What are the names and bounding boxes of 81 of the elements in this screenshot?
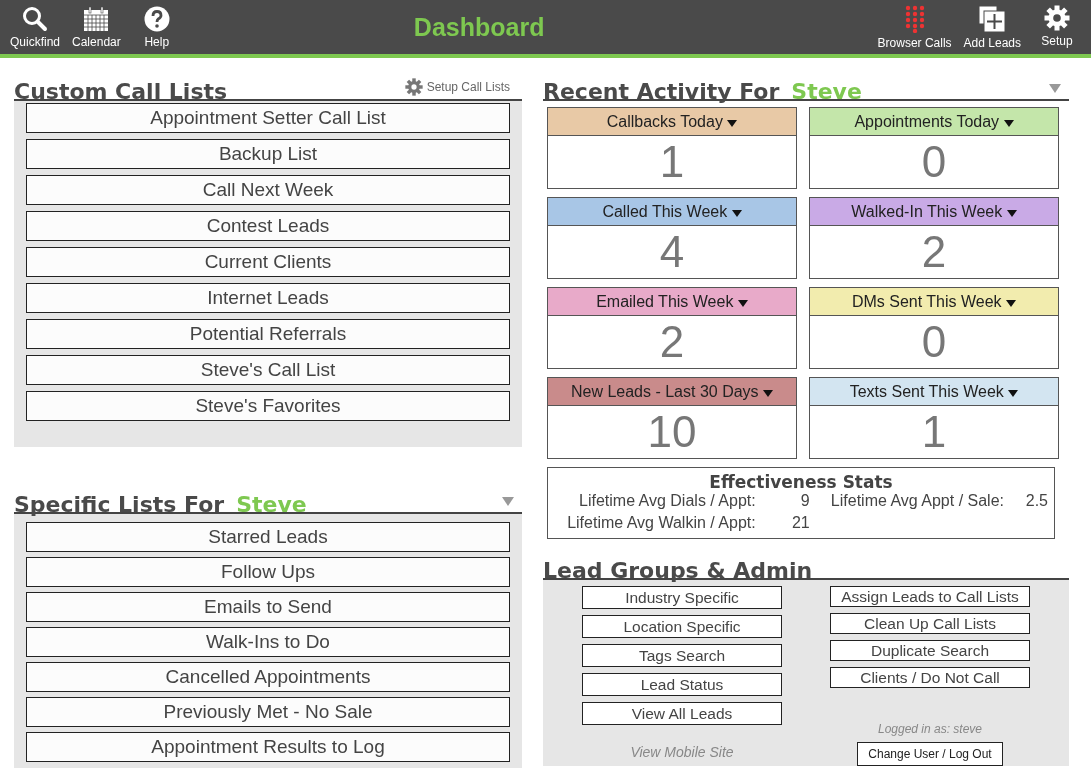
dialpad-icon: [904, 4, 925, 33]
tile-header-dropdown[interactable]: Emailed This Week: [548, 288, 796, 316]
admin-button[interactable]: Clients / Do Not Call: [830, 667, 1030, 688]
toolbar-button[interactable]: Setup: [1027, 0, 1087, 54]
page-title: Dashboard: [413, 12, 545, 42]
dropdown-arrow-icon[interactable]: [1049, 84, 1061, 93]
section-heading: Custom Call Lists: [14, 81, 228, 103]
logged-in-text: Logged in as: steve: [877, 722, 983, 736]
list-button[interactable]: Follow Ups: [26, 557, 510, 587]
list-button[interactable]: Walk-Ins to Do: [26, 627, 510, 657]
caret-icon: [737, 299, 748, 307]
call-list-button[interactable]: Appointment Setter Call List: [26, 103, 510, 133]
dropdown-arrow-icon[interactable]: [502, 497, 514, 506]
section-heading: Lead Groups & Admin: [543, 560, 813, 582]
activity-count: 2: [920, 226, 948, 278]
section-heading: Specific Lists For: [14, 494, 225, 516]
tile-header-dropdown[interactable]: Walked-In This Week: [810, 198, 1058, 226]
caret-icon: [763, 389, 774, 397]
admin-button[interactable]: Assign Leads to Call Lists: [830, 586, 1030, 607]
activity-count: 1: [920, 406, 948, 458]
lead-group-button[interactable]: View All Leads: [582, 702, 782, 725]
search-icon: [22, 5, 48, 32]
add-pages-icon: [978, 4, 1007, 33]
call-list-button[interactable]: Steve's Favorites: [26, 391, 510, 421]
list-button[interactable]: Previously Met - No Sale: [26, 697, 510, 727]
list-button[interactable]: Appointment Results to Log: [26, 732, 510, 762]
stat-label: Lifetime Avg Dials / Appt:: [578, 492, 756, 510]
settings-icon: [1044, 4, 1070, 31]
activity-count: 2: [658, 316, 686, 368]
call-list-button[interactable]: Contest Leads: [26, 211, 510, 241]
list-button[interactable]: Cancelled Appointments: [26, 662, 510, 692]
caret-icon: [1008, 389, 1019, 397]
admin-button[interactable]: Duplicate Search: [830, 640, 1030, 661]
toolbar-button[interactable]: Help: [126, 1, 187, 53]
caret-icon: [727, 119, 738, 127]
tile-header-dropdown[interactable]: New Leads - Last 30 Days: [548, 378, 796, 406]
stats-title: Effectiveness Stats: [708, 472, 894, 492]
user-name: Steve: [791, 81, 862, 103]
activity-count: 4: [658, 226, 686, 278]
activity-count: 0: [920, 136, 948, 188]
stat-label: Lifetime Avg Walkin / Appt:: [566, 514, 756, 532]
lead-group-button[interactable]: Tags Search: [582, 644, 782, 667]
list-button[interactable]: Emails to Send: [26, 592, 510, 622]
lead-group-button[interactable]: Lead Status: [582, 673, 782, 696]
call-list-button[interactable]: Call Next Week: [26, 175, 510, 205]
lead-group-button[interactable]: Industry Specific: [582, 586, 782, 609]
caret-icon: [1006, 209, 1017, 217]
toolbar-button[interactable]: Add Leads: [957, 0, 1027, 54]
admin-button[interactable]: Clean Up Call Lists: [830, 613, 1030, 634]
caret-icon: [1006, 299, 1017, 307]
setup-call-lists-link[interactable]: Setup Call Lists: [404, 78, 510, 96]
tile-header-dropdown[interactable]: Appointments Today: [810, 108, 1058, 136]
call-list-button[interactable]: Backup List: [26, 139, 510, 169]
user-name: Steve: [236, 494, 307, 516]
activity-count: 10: [646, 406, 698, 458]
caret-icon: [731, 209, 742, 217]
stat-label: Lifetime Avg Appt / Sale:: [829, 492, 1004, 510]
stat-value: 9: [799, 492, 810, 510]
call-list-button[interactable]: Steve's Call List: [26, 355, 510, 385]
toolbar-button[interactable]: Browser Calls: [871, 0, 958, 54]
stat-value: 21: [790, 514, 810, 532]
toolbar-button[interactable]: Calendar: [66, 1, 127, 53]
call-list-button[interactable]: Potential Referrals: [26, 319, 510, 349]
tile-header-dropdown[interactable]: Callbacks Today: [548, 108, 796, 136]
calendar-icon: [83, 5, 110, 32]
tile-header-dropdown[interactable]: Texts Sent This Week: [810, 378, 1058, 406]
logout-button[interactable]: Change User / Log Out: [857, 742, 1003, 766]
settings-icon: [404, 78, 423, 96]
help-icon: [143, 5, 170, 32]
call-list-button[interactable]: Current Clients: [26, 247, 510, 277]
call-list-button[interactable]: Internet Leads: [26, 283, 510, 313]
tile-header-dropdown[interactable]: Called This Week: [548, 198, 796, 226]
lead-group-button[interactable]: Location Specific: [582, 615, 782, 638]
activity-count: 1: [658, 136, 686, 188]
activity-count: 0: [920, 316, 948, 368]
tile-header-dropdown[interactable]: DMs Sent This Week: [810, 288, 1058, 316]
toolbar-button[interactable]: Quickfind: [4, 1, 67, 53]
section-heading: Recent Activity For: [543, 81, 780, 103]
caret-icon: [1003, 119, 1014, 127]
list-button[interactable]: Starred Leads: [26, 522, 510, 552]
stat-value: 2.5: [1024, 492, 1048, 510]
